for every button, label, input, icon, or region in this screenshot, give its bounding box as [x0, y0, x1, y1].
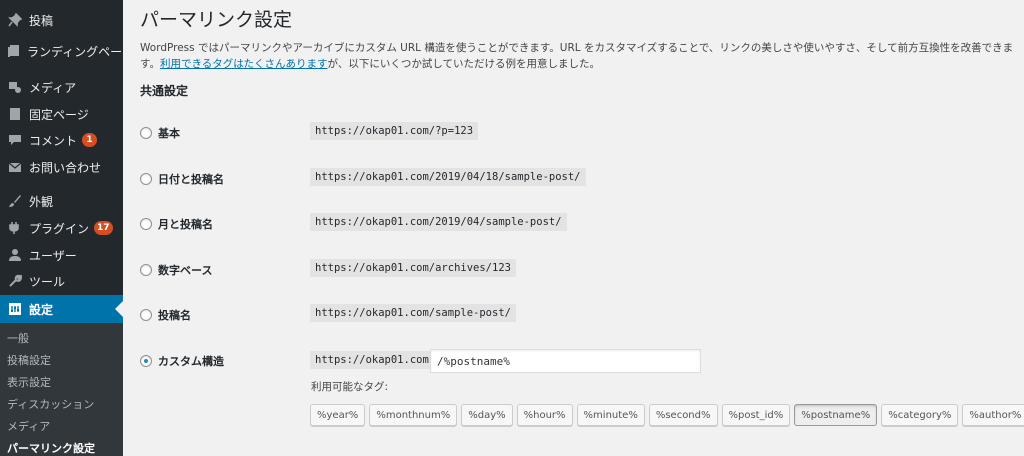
sidebar-item-contact[interactable]: お問い合わせ	[0, 157, 123, 177]
tag-button-monthnum[interactable]: %monthnum%	[369, 404, 458, 426]
pin-icon	[7, 13, 23, 27]
available-tags-link[interactable]: 利用できるタグはたくさんあります	[160, 58, 328, 70]
sidebar-item-media[interactable]: メディア	[0, 77, 123, 97]
sidebar-item-label: プラグイン	[29, 221, 90, 236]
sidebar-item-label: お問い合わせ	[29, 160, 102, 175]
settings-icon	[7, 302, 23, 316]
radio-post-name[interactable]	[140, 309, 152, 321]
pages-icon	[7, 44, 21, 58]
radio-numeric[interactable]	[140, 264, 152, 276]
sidebar-item-label: メディア	[29, 80, 77, 95]
sidebar-item-tools[interactable]: ツール	[0, 271, 123, 291]
user-icon	[7, 248, 23, 262]
option-day-name[interactable]: 日付と投稿名	[140, 171, 224, 187]
section-title: 共通設定	[140, 84, 189, 98]
sidebar-item-appearance[interactable]: 外観	[0, 191, 123, 211]
sidebar-item-plugins[interactable]: プラグイン 17	[0, 218, 123, 238]
sidebar-item-label: ランディングページ	[27, 44, 134, 59]
radio-day-name[interactable]	[140, 173, 152, 185]
tag-button-category[interactable]: %category%	[881, 404, 959, 426]
option-label: 数字ベース	[158, 264, 213, 277]
submenu-permalinks[interactable]: パーマリンク設定	[7, 440, 95, 456]
tag-button-hour[interactable]: %hour%	[516, 404, 573, 426]
sidebar-item-label: ツール	[29, 274, 66, 289]
tag-button-author[interactable]: %author%	[962, 404, 1024, 426]
page-title: パーマリンク設定	[140, 9, 293, 31]
option-label: カスタム構造	[158, 355, 224, 368]
sidebar-item-label: 外観	[29, 194, 54, 209]
intro-tail: が、以下にいくつか試していただける例を用意しました。	[327, 58, 601, 70]
wrench-icon	[7, 274, 23, 288]
sidebar-item-posts[interactable]: 投稿	[0, 10, 123, 30]
url-example-numeric: https://okap01.com/archives/123	[310, 259, 516, 277]
tag-button-postname[interactable]: %postname%	[794, 404, 878, 426]
submenu-discussion[interactable]: ディスカッション	[7, 396, 94, 412]
plugin-update-badge: 17	[94, 221, 113, 235]
option-label: 日付と投稿名	[158, 173, 224, 186]
submenu-reading[interactable]: 表示設定	[7, 374, 51, 390]
sidebar-item-label: コメント	[29, 133, 78, 148]
option-month-name[interactable]: 月と投稿名	[140, 216, 213, 232]
url-example-plain: https://okap01.com/?p=123	[310, 122, 479, 140]
available-tags-label: 利用可能なタグ:	[311, 381, 389, 393]
radio-month-name[interactable]	[140, 218, 152, 230]
option-label: 投稿名	[158, 309, 191, 322]
sidebar-item-label: 投稿	[29, 13, 54, 28]
tag-button-minute[interactable]: %minute%	[576, 404, 645, 426]
tag-button-day[interactable]: %day%	[461, 404, 513, 426]
sidebar-item-comments[interactable]: コメント 1	[0, 130, 123, 150]
radio-custom-structure[interactable]	[140, 355, 152, 367]
option-label: 月と投稿名	[158, 218, 213, 231]
custom-structure-base-url: https://okap01.com	[310, 351, 434, 369]
option-numeric[interactable]: 数字ベース	[140, 262, 212, 278]
tag-button-post-id[interactable]: %post_id%	[721, 404, 791, 426]
sidebar-item-landing-pages[interactable]: ランディングページ	[0, 37, 134, 65]
url-example-month-name: https://okap01.com/2019/04/sample-post/	[310, 213, 567, 231]
radio-plain[interactable]	[140, 127, 152, 139]
url-example-post-name: https://okap01.com/sample-post/	[310, 304, 516, 322]
sidebar-item-label: 設定	[29, 302, 54, 317]
submenu-media[interactable]: メディア	[7, 418, 50, 434]
intro-text: WordPress ではパーマリンクやアーカイブにカスタム URL 構造を使うこ…	[140, 40, 1020, 72]
sidebar-item-label: 固定ページ	[29, 107, 89, 122]
option-plain[interactable]: 基本	[140, 125, 180, 141]
plugin-icon	[7, 221, 23, 235]
tag-button-year[interactable]: %year%	[310, 404, 366, 426]
custom-structure-input[interactable]	[430, 349, 701, 373]
brush-icon	[7, 194, 23, 208]
submenu-writing[interactable]: 投稿設定	[7, 352, 51, 368]
admin-sidebar: 投稿 ランディングページ メディア 固定ページ コメント 1 お問い合わせ 外観…	[0, 0, 134, 456]
page-icon	[7, 107, 23, 121]
option-label: 基本	[158, 127, 180, 140]
sidebar-item-label: ユーザー	[29, 248, 77, 263]
sidebar-item-users[interactable]: ユーザー	[0, 245, 123, 265]
comment-count-badge: 1	[82, 133, 98, 147]
sidebar-item-pages[interactable]: 固定ページ	[0, 104, 123, 124]
tag-button-second[interactable]: %second%	[648, 404, 718, 426]
option-post-name[interactable]: 投稿名	[140, 307, 191, 323]
media-icon	[7, 80, 23, 94]
tag-button-row: %year% %monthnum% %day% %hour% %minute% …	[310, 404, 1024, 426]
url-example-day-name: https://okap01.com/2019/04/18/sample-pos…	[310, 168, 586, 186]
comment-icon	[7, 133, 23, 147]
settings-submenu: 一般 投稿設定 表示設定 ディスカッション メディア パーマリンク設定	[0, 323, 123, 456]
sidebar-item-settings[interactable]: 設定	[0, 295, 123, 323]
option-custom-structure[interactable]: カスタム構造	[140, 353, 224, 369]
mail-icon	[7, 160, 23, 174]
submenu-general[interactable]: 一般	[7, 330, 29, 346]
